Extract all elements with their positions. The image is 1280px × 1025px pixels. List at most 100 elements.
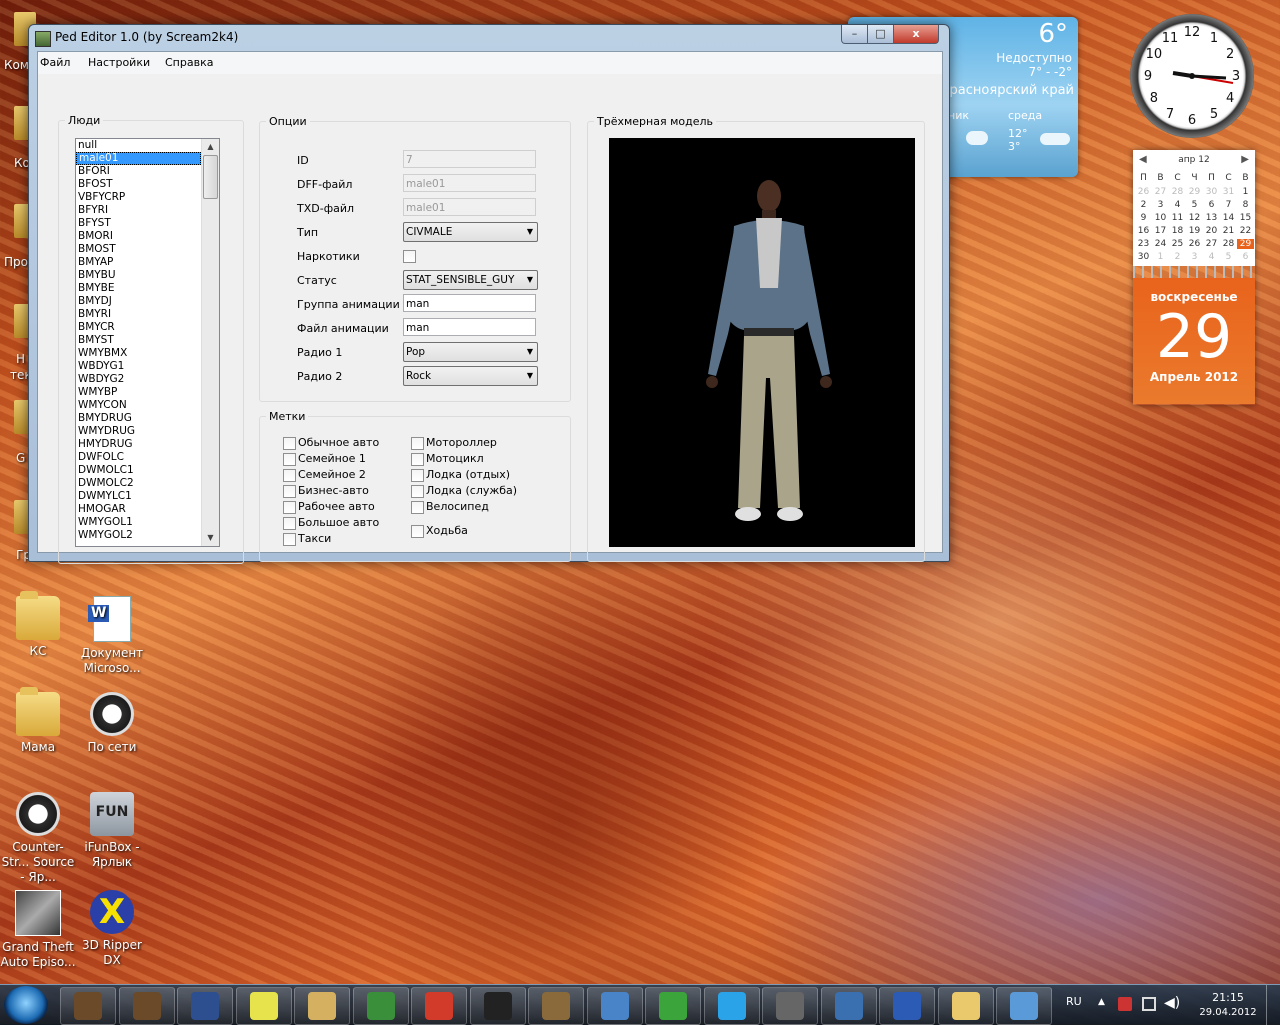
taskbar-button-explorer[interactable] [937,987,994,1025]
network-icon[interactable] [1142,997,1156,1011]
people-list-item[interactable]: BFOST [76,178,199,191]
taskbar-button-network[interactable] [586,987,643,1025]
people-list-item[interactable]: BMORI [76,230,199,243]
language-indicator[interactable]: RU [1066,995,1082,1008]
calendar-day-cell[interactable]: 27 [1203,239,1220,249]
calendar-day-cell[interactable]: 28 [1169,187,1186,197]
start-button[interactable] [4,986,48,1024]
model-viewport[interactable] [609,138,915,547]
tag-checkbox[interactable] [283,533,296,546]
calendar-day-cell[interactable]: 16 [1135,226,1152,236]
antivirus-icon[interactable] [1118,997,1132,1011]
people-list-item[interactable]: BMYRI [76,308,199,321]
calendar-day-cell[interactable]: 1 [1237,187,1254,197]
anim-file-field[interactable]: man [403,318,536,336]
people-list-item[interactable]: BFORI [76,165,199,178]
drugs-checkbox[interactable] [403,250,416,263]
show-hidden-icons-icon[interactable]: ▲ [1098,997,1105,1007]
minimize-button[interactable]: – [841,25,868,44]
calendar-day-cell[interactable]: 3 [1152,200,1169,210]
calendar-day-cell[interactable]: 10 [1152,213,1169,223]
people-list[interactable]: null male01 BFORI BFOST VBFYCRP BFYRI BFYST BMO… [75,138,220,547]
calendar-day-cell[interactable]: 18 [1169,226,1186,236]
type-dropdown[interactable]: CIVMALE ▼ [403,222,538,242]
calendar-day-cell[interactable]: 1 [1152,252,1169,262]
desktop-icon-ks[interactable]: КС [0,591,76,659]
calendar-day-cell[interactable]: 17 [1152,226,1169,236]
scrollbar-thumb[interactable] [203,155,218,199]
people-list-item[interactable]: WMYGOL2 [76,529,199,542]
people-list-item[interactable]: WMYGOL1 [76,516,199,529]
menu-settings[interactable]: Настройки [88,56,150,69]
taskbar-button-agent[interactable] [645,987,701,1025]
show-desktop-button[interactable] [1266,985,1280,1025]
people-list-item[interactable]: DWMOLC1 [76,464,199,477]
taskbar-button-gta-image[interactable] [528,987,584,1025]
people-list-item[interactable]: DWMYLC1 [76,490,199,503]
calendar-day-cell[interactable]: 23 [1135,239,1152,249]
desktop-icon-ifunbox[interactable]: FUN iFunBox - Ярлык [74,792,150,870]
calendar-day-cell[interactable]: 13 [1203,213,1220,223]
people-list-item[interactable]: HMOGAR [76,503,199,516]
people-list-item[interactable]: male01 [76,152,201,165]
taskbar-button-image-viewer[interactable] [996,987,1052,1025]
people-list-item[interactable]: DWFOLC [76,451,199,464]
tag-checkbox[interactable] [283,517,296,530]
calendar-day-cell[interactable]: 5 [1186,200,1203,210]
calendar-gadget[interactable]: ◀ апр 12 ▶ П В С Ч П С В 26 27 28 29 30 31 1 2 3 4 5 6 7 8 9 1… [1133,150,1255,405]
calendar-day-cell[interactable]: 26 [1135,187,1152,197]
tag-checkbox[interactable] [411,437,424,450]
people-list-item[interactable]: VBFYCRP [76,191,199,204]
calendar-day-cell[interactable]: 12 [1186,213,1203,223]
tag-checkbox[interactable] [411,501,424,514]
people-list-item[interactable]: BMYDJ [76,295,199,308]
desktop-icon-cs-source[interactable]: Counter-Str... Source - Яр... [0,792,76,885]
taskbar-button-updater[interactable] [820,987,877,1025]
calendar-day-cell[interactable]: 3 [1186,252,1203,262]
calendar-day-cell[interactable]: 24 [1152,239,1169,249]
taskbar-button-steam[interactable] [469,987,526,1025]
people-list-item[interactable]: BFYRI [76,204,199,217]
volume-icon[interactable]: ◀) [1164,995,1180,1011]
people-list-item[interactable]: BMYBE [76,282,199,295]
calendar-day-cell[interactable]: 29 [1186,187,1203,197]
tag-checkbox[interactable] [411,469,424,482]
tag-checkbox[interactable] [283,453,296,466]
calendar-day-cell[interactable]: 11 [1169,213,1186,223]
desktop-icon-cs-network[interactable]: По сети [74,692,150,755]
calendar-day-cell[interactable]: 20 [1203,226,1220,236]
calendar-day-cell[interactable]: 27 [1152,187,1169,197]
calendar-day-cell[interactable]: 19 [1186,226,1203,236]
desktop-icon-mama[interactable]: Мама [0,687,76,755]
calendar-day-cell[interactable]: 26 [1186,239,1203,249]
people-list-item[interactable]: null [76,139,199,152]
people-list-item[interactable]: WMYDRUG [76,425,199,438]
taskbar-button-notepad[interactable] [352,987,409,1025]
calendar-day-cell[interactable]: 28 [1220,239,1237,249]
clock-gadget[interactable]: 12 1 2 3 4 5 6 7 8 9 10 11 [1130,14,1254,138]
calendar-day-cell[interactable]: 31 [1220,187,1237,197]
people-list-item[interactable]: WMYBP [76,386,199,399]
txd-field[interactable]: male01 [403,198,536,216]
tag-checkbox[interactable] [411,453,424,466]
calendar-day-cell[interactable]: 7 [1220,200,1237,210]
calendar-day-cell[interactable]: 4 [1169,200,1186,210]
radio1-dropdown[interactable]: Pop ▼ [403,342,538,362]
taskbar-button-winrar[interactable] [235,987,292,1025]
close-button[interactable]: x [893,25,939,44]
calendar-day-cell[interactable]: 2 [1169,252,1186,262]
calendar-day-cell[interactable]: 22 [1237,226,1254,236]
people-list-item[interactable]: BMOST [76,243,199,256]
taskbar-button-gta-ped-2[interactable] [118,987,175,1025]
taskbar-button-cs-game[interactable] [762,987,818,1025]
anim-group-field[interactable]: man [403,294,536,312]
calendar-day-cell[interactable]: 6 [1237,252,1254,262]
taskbar-button-ii-app[interactable] [177,987,233,1025]
calendar-day-cell[interactable]: 30 [1135,252,1152,262]
id-field[interactable]: 7 [403,150,536,168]
people-list-item[interactable]: BFYST [76,217,199,230]
desktop-icon-word-doc[interactable]: Документ Microso... [74,596,150,676]
clock-time[interactable]: 21:15 [1198,991,1258,1004]
tag-checkbox[interactable] [411,485,424,498]
calendar-next-icon[interactable]: ▶ [1241,154,1249,165]
